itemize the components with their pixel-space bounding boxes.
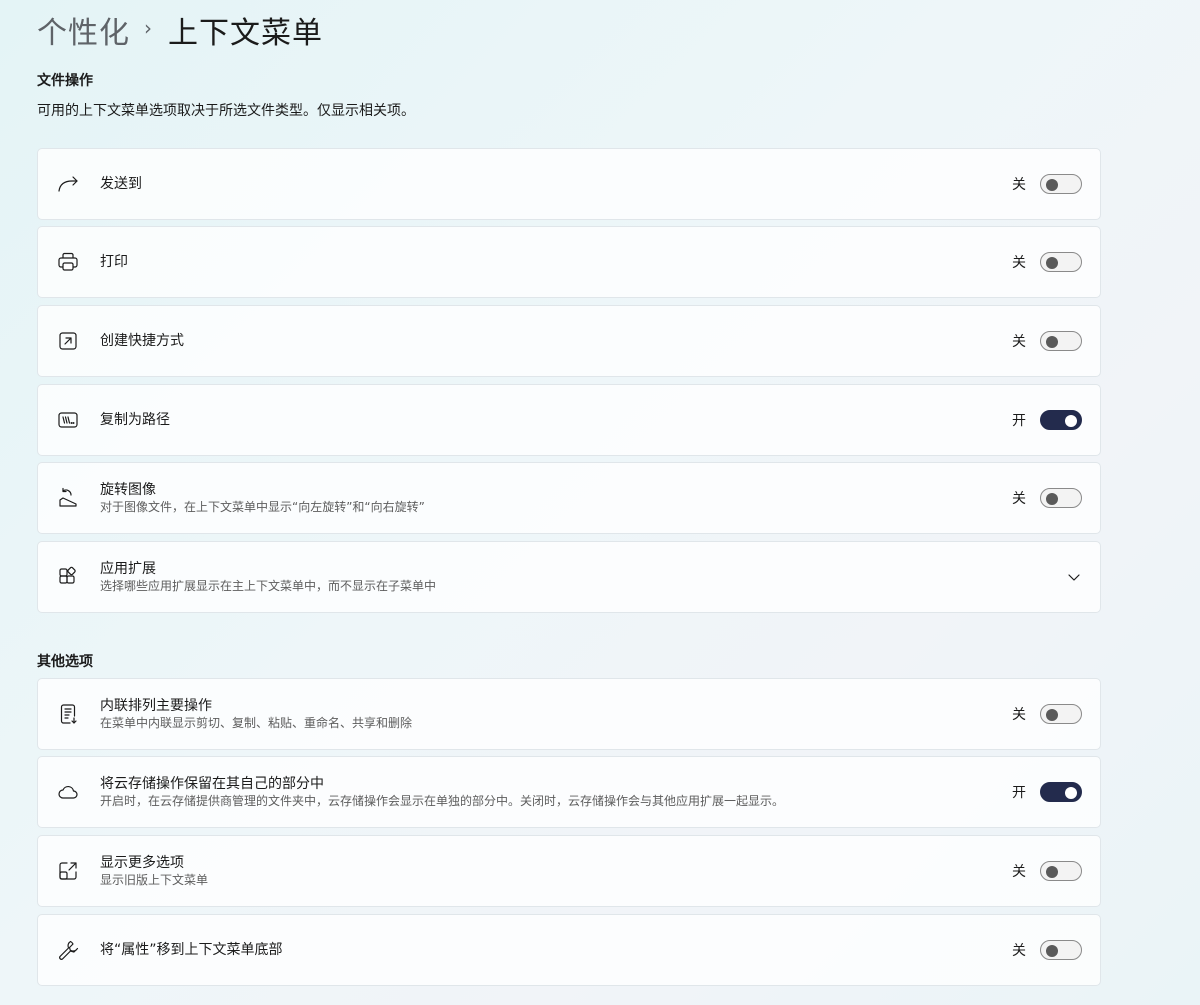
- setting-copy-as-path: 复制为路径 开: [37, 384, 1101, 456]
- toggle-knob: [1046, 336, 1058, 348]
- toggle-knob: [1046, 493, 1058, 505]
- setting-subtitle: 在菜单中内联显示剪切、复制、粘贴、重命名、共享和删除: [100, 716, 413, 730]
- toggle-knob: [1046, 709, 1058, 721]
- properties-bottom-toggle[interactable]: [1040, 940, 1082, 960]
- setting-send-to: 发送到 关: [37, 148, 1101, 220]
- shortcut-icon: [56, 329, 80, 353]
- copy-path-icon: [56, 408, 80, 432]
- setting-print: 打印 关: [37, 226, 1101, 298]
- setting-show-more-options: 显示更多选项 显示旧版上下文菜单 关: [37, 835, 1101, 907]
- wrench-icon: [56, 938, 80, 962]
- breadcrumb-personalization-link[interactable]: 个性化: [37, 8, 130, 52]
- chevron-down-icon[interactable]: [1066, 569, 1082, 585]
- toggle-state-label: 关: [1012, 864, 1026, 880]
- setting-title: 将云存储操作保留在其自己的部分中: [100, 776, 324, 792]
- setting-title: 旋转图像: [100, 482, 156, 498]
- setting-title: 复制为路径: [100, 412, 170, 428]
- toggle-state-label: 关: [1012, 177, 1026, 193]
- setting-title: 创建快捷方式: [100, 333, 184, 349]
- setting-title: 应用扩展: [100, 561, 156, 577]
- toggle-state-label: 关: [1012, 334, 1026, 350]
- setting-rotate-image: 旋转图像 对于图像文件，在上下文菜单中显示“向左旋转”和“向右旋转” 关: [37, 462, 1101, 534]
- toggle-state-label: 关: [1012, 491, 1026, 507]
- setting-app-extensions[interactable]: 应用扩展 选择哪些应用扩展显示在主上下文菜单中，而不显示在子菜单中: [37, 541, 1101, 613]
- rotate-image-toggle[interactable]: [1040, 488, 1082, 508]
- section-title-file-operations: 文件操作: [37, 73, 93, 89]
- page-title: 上下文菜单: [168, 16, 323, 51]
- setting-title: 显示更多选项: [100, 855, 184, 871]
- print-toggle[interactable]: [1040, 252, 1082, 272]
- show-more-options-toggle[interactable]: [1040, 861, 1082, 881]
- rotate-image-icon: [56, 486, 80, 510]
- setting-subtitle: 对于图像文件，在上下文菜单中显示“向左旋转”和“向右旋转”: [100, 500, 425, 514]
- section-title-other-options: 其他选项: [37, 654, 93, 670]
- create-shortcut-toggle[interactable]: [1040, 331, 1082, 351]
- setting-title: 将“属性”移到上下文菜单底部: [100, 942, 283, 958]
- toggle-knob: [1065, 415, 1077, 427]
- toggle-knob: [1046, 257, 1058, 269]
- setting-cloud-actions: 将云存储操作保留在其自己的部分中 开启时，在云存储提供商管理的文件夹中，云存储操…: [37, 756, 1101, 828]
- show-more-icon: [56, 859, 80, 883]
- printer-icon: [56, 250, 80, 274]
- copy-as-path-toggle[interactable]: [1040, 410, 1082, 430]
- share-arrow-icon: [56, 172, 80, 196]
- toggle-knob: [1046, 179, 1058, 191]
- section-description-file-operations: 可用的上下文菜单选项取决于所选文件类型。仅显示相关项。: [37, 103, 415, 119]
- toggle-knob: [1065, 787, 1077, 799]
- toggle-state-label: 开: [1012, 413, 1026, 429]
- setting-create-shortcut: 创建快捷方式 关: [37, 305, 1101, 377]
- breadcrumb-separator-icon: ›: [144, 16, 152, 40]
- setting-subtitle: 选择哪些应用扩展显示在主上下文菜单中，而不显示在子菜单中: [100, 579, 437, 593]
- setting-subtitle: 显示旧版上下文菜单: [100, 873, 209, 887]
- toggle-state-label: 开: [1012, 785, 1026, 801]
- toggle-state-label: 关: [1012, 255, 1026, 271]
- toggle-state-label: 关: [1012, 943, 1026, 959]
- setting-properties-bottom: 将“属性”移到上下文菜单底部 关: [37, 914, 1101, 986]
- setting-subtitle: 开启时，在云存储提供商管理的文件夹中，云存储操作会显示在单独的部分中。关闭时，云…: [100, 794, 785, 808]
- send-to-toggle[interactable]: [1040, 174, 1082, 194]
- setting-inline-actions: 内联排列主要操作 在菜单中内联显示剪切、复制、粘贴、重命名、共享和删除 关: [37, 678, 1101, 750]
- setting-title: 内联排列主要操作: [100, 698, 212, 714]
- inline-actions-icon: [56, 702, 80, 726]
- toggle-state-label: 关: [1012, 707, 1026, 723]
- cloud-actions-toggle[interactable]: [1040, 782, 1082, 802]
- toggle-knob: [1046, 866, 1058, 878]
- setting-title: 打印: [100, 254, 128, 270]
- breadcrumb: 个性化 › 上下文菜单: [37, 8, 323, 52]
- toggle-knob: [1046, 945, 1058, 957]
- inline-actions-toggle[interactable]: [1040, 704, 1082, 724]
- cloud-icon: [56, 780, 80, 804]
- setting-title: 发送到: [100, 176, 142, 192]
- app-extensions-icon: [56, 565, 80, 589]
